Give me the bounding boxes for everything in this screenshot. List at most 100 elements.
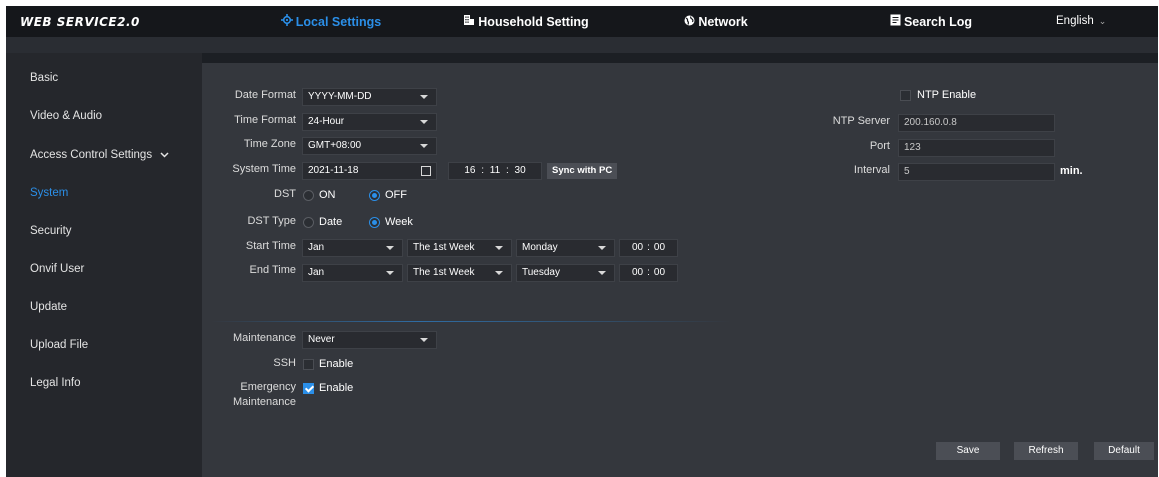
brand-logo: WEB SERVICE2.0 xyxy=(20,15,140,29)
caret-down-icon xyxy=(386,246,394,250)
select-value: Never xyxy=(308,334,335,345)
sidebar-item-upload-file[interactable]: Upload File xyxy=(30,339,88,351)
sidebar-item-onvif-user[interactable]: Onvif User xyxy=(30,263,84,275)
ntp-enable-label: NTP Enable xyxy=(917,89,977,101)
hour-value: 16 xyxy=(464,165,476,176)
nav-household-setting[interactable]: Household Setting xyxy=(446,6,606,37)
dst-off-label: OFF xyxy=(385,189,407,201)
end-time-input[interactable]: 00:00 xyxy=(619,264,678,282)
sidebar-item-access-control[interactable]: Access Control Settings xyxy=(30,149,169,161)
maintenance-label: Maintenance xyxy=(233,332,296,344)
gear-icon xyxy=(280,14,293,29)
sidebar-item-label: Access Control Settings xyxy=(30,149,153,161)
select-value: GMT+08:00 xyxy=(308,140,362,151)
caret-down-icon xyxy=(420,95,428,99)
dst-on-radio[interactable] xyxy=(303,190,314,201)
dst-type-date-label: Date xyxy=(319,216,343,228)
emergency-enable-checkbox[interactable] xyxy=(303,383,314,394)
ntp-interval-input[interactable]: 5 xyxy=(898,163,1055,181)
start-month-select[interactable]: Jan xyxy=(302,239,403,257)
date-value: 2021-11-18 xyxy=(308,165,359,176)
hour-value: 00 xyxy=(631,267,644,278)
caret-down-icon xyxy=(420,120,428,124)
start-time-label: Start Time xyxy=(245,240,296,252)
dst-off-radio[interactable] xyxy=(369,190,380,201)
emergency-enable-label: Enable xyxy=(319,382,354,394)
dst-type-label: DST Type xyxy=(247,215,296,227)
chevron-down-icon: ⌄ xyxy=(1098,16,1107,26)
maintenance-select[interactable]: Never xyxy=(302,331,437,349)
emergency-label: Emergency xyxy=(240,381,296,393)
default-button[interactable]: Default xyxy=(1094,442,1154,460)
dst-type-week-radio[interactable] xyxy=(369,217,380,228)
select-value: YYYY-MM-DD xyxy=(308,91,372,102)
select-value: Jan xyxy=(308,242,325,253)
dst-type-date-radio[interactable] xyxy=(303,217,314,228)
document-icon xyxy=(890,14,901,29)
nav-label: Household Setting xyxy=(478,14,589,29)
dst-on-label: ON xyxy=(319,189,336,201)
nav-label: Search Log xyxy=(903,14,973,29)
sidebar-item-security[interactable]: Security xyxy=(30,225,72,237)
interval-unit: min. xyxy=(1060,165,1083,177)
time-separator: : xyxy=(481,165,485,176)
nav-network[interactable]: Network xyxy=(661,6,771,37)
hour-value: 00 xyxy=(631,242,644,253)
sidebar-item-system[interactable]: System xyxy=(30,187,68,199)
nav-label: Network xyxy=(698,14,748,29)
language-label: English xyxy=(1056,15,1094,27)
select-value: 24-Hour xyxy=(308,116,345,127)
sidebar-item-basic[interactable]: Basic xyxy=(30,72,58,84)
chevron-down-icon xyxy=(160,149,169,161)
nav-search-log[interactable]: Search Log xyxy=(876,6,986,37)
system-time-label: System Time xyxy=(232,163,296,175)
globe-icon xyxy=(684,15,695,29)
ssh-enable-label: Enable xyxy=(319,358,354,370)
sidebar-item-legal-info[interactable]: Legal Info xyxy=(30,377,81,389)
dst-label: DST xyxy=(274,188,296,200)
dst-type-week-label: Week xyxy=(385,216,413,228)
time-separator: : xyxy=(647,267,650,278)
caret-down-icon xyxy=(598,271,606,275)
language-select[interactable]: English ⌄ xyxy=(1056,15,1106,27)
start-time-input[interactable]: 00:00 xyxy=(619,239,678,257)
ntp-enable-checkbox[interactable] xyxy=(900,90,911,101)
sync-with-pc-button[interactable]: Sync with PC xyxy=(547,163,618,179)
time-format-select[interactable]: 24-Hour xyxy=(302,113,437,131)
time-format-label: Time Format xyxy=(234,114,296,126)
select-value: Monday xyxy=(522,242,558,253)
caret-down-icon xyxy=(495,246,503,250)
start-day-select[interactable]: Monday xyxy=(516,239,615,257)
sidebar-item-video-audio[interactable]: Video & Audio xyxy=(30,110,102,122)
app-window: WEB SERVICE2.0 Local Settings Household … xyxy=(6,6,1158,477)
ntp-server-label: NTP Server xyxy=(832,115,890,127)
start-week-select[interactable]: The 1st Week xyxy=(407,239,512,257)
system-date-picker[interactable]: 2021-11-18 xyxy=(302,162,437,180)
time-zone-select[interactable]: GMT+08:00 xyxy=(302,137,437,155)
time-separator: : xyxy=(647,242,650,253)
end-month-select[interactable]: Jan xyxy=(302,264,403,282)
system-time-input[interactable]: 16 : 11 : 30 xyxy=(448,162,542,180)
caret-down-icon xyxy=(420,144,428,148)
end-day-select[interactable]: Tuesday xyxy=(516,264,615,282)
nav-local-settings[interactable]: Local Settings xyxy=(246,6,416,37)
ssh-enable-checkbox[interactable] xyxy=(303,359,314,370)
minute-value: 11 xyxy=(489,165,501,176)
select-value: Jan xyxy=(308,267,325,278)
date-format-label: Date Format xyxy=(234,89,296,101)
sidebar-item-update[interactable]: Update xyxy=(30,301,67,313)
ntp-port-input[interactable]: 123 xyxy=(898,139,1055,157)
date-format-select[interactable]: YYYY-MM-DD xyxy=(302,88,437,106)
caret-down-icon xyxy=(495,271,503,275)
refresh-button[interactable]: Refresh xyxy=(1014,442,1078,460)
caret-down-icon xyxy=(386,271,394,275)
ntp-port-label: Port xyxy=(869,140,890,152)
top-nav-bar: WEB SERVICE2.0 Local Settings Household … xyxy=(6,6,1158,37)
time-zone-label: Time Zone xyxy=(243,138,296,150)
maintenance-label-line2: Maintenance xyxy=(233,396,296,408)
nav-label: Local Settings xyxy=(295,14,382,29)
end-week-select[interactable]: The 1st Week xyxy=(407,264,512,282)
save-button[interactable]: Save xyxy=(936,442,1000,460)
end-time-label: End Time xyxy=(249,264,296,276)
ntp-server-input[interactable]: 200.160.0.8 xyxy=(898,114,1055,132)
